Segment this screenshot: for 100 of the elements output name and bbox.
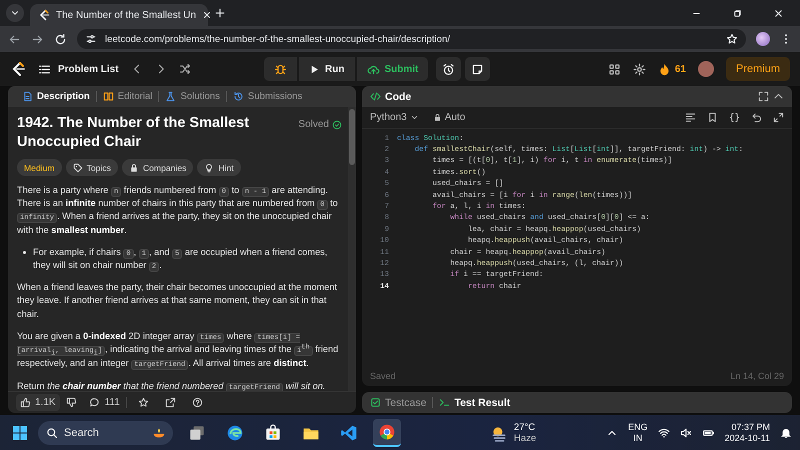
panel-tab[interactable]: Solutions (159, 86, 226, 107)
reload-icon[interactable] (54, 32, 67, 46)
comments-button[interactable]: 111 (88, 397, 120, 408)
auto-mode[interactable]: Auto (432, 112, 466, 123)
lock-icon (432, 113, 442, 122)
description-paragraph: When a friend leaves the party, their chair becomes unoccupied at the moment they leave. If another friend arrives at that same moment, they can sit in that chair. (17, 281, 338, 321)
bookmark-icon[interactable] (707, 112, 718, 123)
search-field[interactable]: Search (38, 420, 173, 444)
leetcode-logo-icon[interactable] (10, 61, 26, 77)
back-icon[interactable] (8, 32, 21, 46)
panel-tab[interactable]: Description (16, 86, 96, 107)
profile-avatar[interactable] (756, 32, 770, 46)
problem-title: 1942. The Number of the Smallest Unoccupied Chair (17, 114, 250, 152)
streak-counter[interactable]: 61 (658, 62, 686, 76)
user-avatar[interactable] (698, 61, 714, 77)
clock[interactable]: 07:37 PM 2024-10-11 (724, 422, 770, 444)
site-info-icon[interactable] (85, 33, 97, 45)
chrome-browser-icon (378, 422, 396, 440)
lightbulb-icon (204, 162, 214, 172)
star-icon[interactable] (138, 397, 149, 408)
close-icon[interactable] (773, 8, 784, 18)
tag-icon (72, 162, 83, 172)
problem-list-link[interactable]: Problem List (38, 62, 119, 76)
reset-icon[interactable] (751, 112, 762, 123)
panel-title: Code (385, 90, 412, 102)
store-icon (264, 424, 282, 442)
check-circle-icon (332, 120, 342, 130)
panel-tab[interactable]: Test Result (439, 396, 510, 408)
lock-icon (128, 162, 139, 172)
maximize-icon[interactable] (773, 112, 784, 123)
submit-button[interactable]: Submit (356, 57, 428, 81)
share-icon[interactable] (164, 397, 176, 408)
task-view-icon (188, 424, 206, 442)
thumbs-up-icon (20, 397, 31, 408)
weather-widget[interactable]: 27°C Haze (490, 422, 536, 444)
edge-browser-icon (226, 424, 244, 442)
comment-icon (88, 397, 100, 408)
code-icon (370, 91, 381, 102)
language-indicator[interactable]: ENG IN (628, 422, 648, 444)
notification-bell-icon[interactable] (780, 426, 792, 438)
weather-condition: Haze (514, 432, 536, 444)
windows-start-icon[interactable] (12, 424, 28, 440)
notes-button[interactable] (465, 57, 490, 81)
tab-list-button[interactable] (6, 4, 24, 22)
alarm-clock-icon (442, 62, 456, 76)
temperature: 27°C (514, 422, 536, 432)
help-icon[interactable] (192, 397, 203, 408)
save-status: Saved (370, 371, 396, 381)
flask-icon (165, 91, 176, 102)
shuffle-icon[interactable] (178, 63, 191, 75)
format-icon[interactable] (685, 112, 696, 123)
leetcode-logo-icon (38, 9, 50, 21)
run-button[interactable]: Run (299, 57, 354, 81)
address-bar[interactable]: leetcode.com/problems/the-number-of-the-smallest-unoccupied-chair/description/ (77, 29, 746, 49)
fire-icon (658, 62, 671, 76)
companies-tag[interactable]: Companies (122, 159, 194, 176)
grid-icon[interactable] (608, 62, 621, 76)
like-button[interactable]: 1.1K (16, 394, 60, 411)
timer-button[interactable] (436, 57, 462, 81)
play-icon (309, 64, 320, 74)
tab-title: The Number of the Smallest Un (56, 10, 196, 20)
bullet-icon (23, 250, 26, 254)
checkbox-icon (370, 397, 381, 408)
wifi-icon[interactable] (658, 426, 670, 438)
scrollbar[interactable] (348, 107, 356, 391)
scrollbar-thumb[interactable] (349, 109, 355, 165)
url-text: leetcode.com/problems/the-number-of-the-smallest-unoccupied-chair/description/ (105, 34, 452, 44)
taskbar-app[interactable] (373, 418, 401, 446)
star-icon[interactable] (726, 33, 738, 45)
restore-icon[interactable] (732, 8, 743, 18)
new-tab-icon[interactable] (214, 7, 226, 19)
settings-icon[interactable] (632, 62, 646, 76)
language-select[interactable]: Python3 (370, 112, 419, 123)
terminal-icon (439, 397, 450, 408)
difficulty-tag[interactable]: Medium (17, 159, 62, 176)
premium-button[interactable]: Premium (726, 57, 790, 81)
browser-tab[interactable]: The Number of the Smallest Un (30, 4, 208, 26)
close-icon[interactable] (202, 10, 212, 20)
search-icon (46, 426, 58, 438)
cursor-position: Ln 14, Col 29 (730, 371, 784, 381)
bug-icon (274, 62, 288, 76)
vscode-icon (340, 424, 358, 442)
panel-tab[interactable]: Testcase (370, 396, 426, 408)
forward-icon[interactable] (31, 32, 44, 46)
debug-button[interactable] (264, 57, 298, 81)
note-icon (471, 62, 484, 76)
topics-tag[interactable]: Topics (66, 159, 118, 176)
braces-icon[interactable] (729, 112, 740, 123)
speaker-muted-icon[interactable] (680, 426, 692, 438)
chevron-down-icon (410, 113, 419, 122)
thumbs-down-icon[interactable] (66, 397, 77, 408)
solved-status: Solved (298, 119, 329, 130)
hint-tag[interactable]: Hint (197, 159, 241, 176)
panel-tab[interactable]: Submissions (226, 86, 308, 107)
list-icon (38, 62, 51, 76)
book-icon (102, 91, 114, 102)
fullscreen-icon[interactable] (758, 91, 769, 102)
document-icon (22, 91, 33, 102)
history-icon (232, 91, 244, 102)
panel-tab[interactable]: Editorial (96, 86, 158, 107)
